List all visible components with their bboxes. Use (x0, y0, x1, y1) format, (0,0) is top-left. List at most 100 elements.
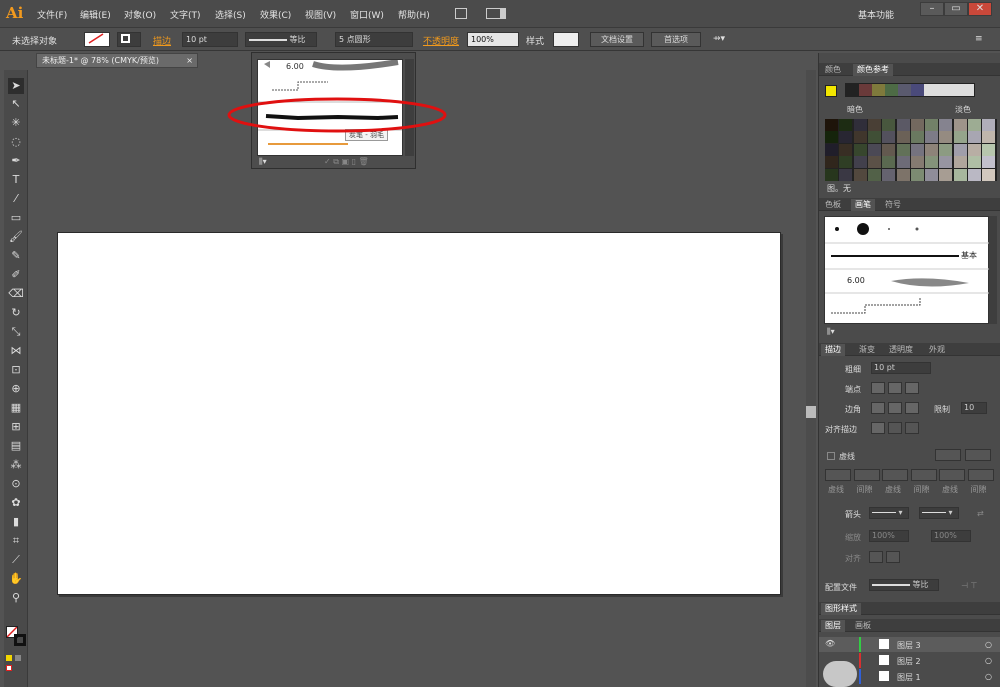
base-color-swatch[interactable] (825, 85, 837, 97)
color-variation-swatch[interactable] (968, 168, 981, 181)
color-variation-swatch[interactable] (982, 143, 996, 156)
color-variation-swatch[interactable] (939, 168, 953, 181)
menu-select[interactable]: 选择(S) (215, 8, 246, 21)
width-profile-select[interactable]: 等比 (869, 579, 939, 591)
rectangle-tool-icon[interactable]: ▭ (8, 210, 24, 226)
gradient-tool-icon[interactable]: ▤ (8, 438, 24, 454)
color-variation-swatch[interactable] (825, 168, 838, 181)
panel-menu-icon[interactable]: ≡ (975, 34, 983, 44)
tab-brushes[interactable]: 画笔 (851, 199, 875, 211)
menu-window[interactable]: 窗口(W) (350, 8, 384, 21)
harmony-swatch[interactable] (885, 84, 898, 96)
menu-file[interactable]: 文件(F) (37, 8, 67, 21)
miter-limit-input[interactable]: 10 (961, 402, 987, 414)
color-variation-swatch[interactable] (910, 143, 924, 156)
color-variation-swatch[interactable] (896, 156, 910, 169)
color-variation-swatch[interactable] (853, 119, 867, 131)
align-center-icon[interactable] (871, 422, 885, 434)
menu-type[interactable]: 文字(T) (170, 8, 201, 21)
color-variation-swatch[interactable] (910, 156, 924, 169)
color-variation-swatch[interactable] (882, 156, 896, 169)
harmony-swatch[interactable] (859, 84, 872, 96)
color-variation-swatch[interactable] (867, 143, 881, 156)
color-variation-swatch[interactable] (968, 143, 981, 156)
bridge-icon[interactable] (455, 8, 467, 19)
dash-gap-input[interactable] (853, 469, 880, 481)
tab-transparency[interactable]: 透明度 (885, 344, 917, 356)
color-variation-swatch[interactable] (825, 119, 838, 131)
style-swatch[interactable] (553, 32, 579, 47)
tab-layers[interactable]: 图层 (821, 620, 845, 632)
color-variation-swatch[interactable] (839, 119, 853, 131)
color-variation-swatch[interactable] (939, 131, 953, 144)
opacity-label-link[interactable]: 不透明度 (423, 34, 459, 47)
free-transform-tool-icon[interactable]: ⊡ (8, 362, 24, 378)
color-variation-swatch[interactable] (925, 168, 939, 181)
color-variation-swatch[interactable] (925, 143, 939, 156)
opacity-field[interactable]: 100% (467, 32, 519, 47)
harmony-swatch[interactable] (846, 84, 859, 96)
tab-swatches[interactable]: 色板 (821, 199, 845, 211)
harmony-swatch[interactable] (872, 84, 885, 96)
layer-target-icon[interactable]: ○ (985, 640, 992, 649)
stroke-weight-input[interactable]: 10 pt (871, 362, 931, 374)
width-tool-icon[interactable]: ⋈ (8, 343, 24, 359)
color-variation-swatch[interactable] (896, 119, 910, 131)
color-variation-swatch[interactable] (825, 143, 838, 156)
tab-stroke[interactable]: 描边 (821, 344, 845, 356)
color-variation-swatch[interactable] (867, 119, 881, 131)
menu-edit[interactable]: 编辑(E) (80, 8, 111, 21)
color-variation-swatch[interactable] (982, 156, 996, 169)
blob-brush-tool-icon[interactable]: ✐ (8, 267, 24, 283)
color-variation-swatch[interactable] (953, 119, 967, 131)
color-variation-swatch[interactable] (825, 131, 838, 144)
maximize-button[interactable]: ▭ (944, 2, 968, 16)
brush-definition[interactable]: 5 点圆形 (335, 32, 413, 47)
miter-join-icon[interactable] (871, 402, 885, 414)
swap-arrowheads-icon[interactable]: ⇄ (977, 509, 984, 518)
magic-wand-tool-icon[interactable]: ✳ (8, 115, 24, 131)
brushes-list[interactable]: 基本 6.00 (824, 216, 990, 324)
close-button[interactable]: ✕ (968, 2, 992, 16)
zoom-tool-icon[interactable]: ⚲ (8, 590, 24, 606)
color-variation-swatch[interactable] (825, 156, 838, 169)
layer-target-icon[interactable]: ○ (985, 656, 992, 665)
variable-width-profile[interactable]: 等比 (245, 32, 317, 47)
arrow-end-scale-input[interactable]: 100% (931, 530, 971, 542)
menu-help[interactable]: 帮助(H) (398, 8, 430, 21)
dash-align-corners-icon[interactable] (935, 449, 961, 461)
tab-appearance[interactable]: 外观 (925, 344, 949, 356)
stroke-color-swatch-icon[interactable] (14, 634, 26, 646)
color-variation-swatch[interactable] (882, 131, 896, 144)
color-variation-swatch[interactable] (968, 119, 981, 131)
color-variation-swatch[interactable] (968, 131, 981, 144)
color-mode-icons[interactable] (6, 654, 26, 671)
color-variation-swatch[interactable] (925, 131, 939, 144)
color-variation-swatch[interactable] (910, 168, 924, 181)
tab-color[interactable]: 颜色 (821, 64, 845, 76)
color-variation-swatch[interactable] (982, 119, 996, 131)
color-variation-swatch[interactable] (968, 156, 981, 169)
symbol-sprayer-tool-icon[interactable]: ✿ (8, 495, 24, 511)
dash-gap-input[interactable] (939, 469, 965, 481)
paintbrush-tool-icon[interactable]: 🖌 (8, 229, 24, 245)
blend-tool-icon[interactable]: ⊙ (8, 476, 24, 492)
eyedropper-tool-icon[interactable]: ⁂ (8, 457, 24, 473)
menu-effect[interactable]: 效果(C) (260, 8, 291, 21)
color-variations-grid[interactable] (825, 119, 997, 181)
brushes-scrollbar[interactable] (989, 216, 997, 324)
color-variation-swatch[interactable] (839, 143, 853, 156)
color-variation-swatch[interactable] (910, 119, 924, 131)
color-variation-swatch[interactable] (953, 131, 967, 144)
fill-swatch[interactable] (84, 32, 110, 47)
color-variation-swatch[interactable] (925, 119, 939, 131)
align-outside-icon[interactable] (905, 422, 919, 434)
round-cap-icon[interactable] (888, 382, 902, 394)
color-variation-swatch[interactable] (882, 143, 896, 156)
direct-selection-tool-icon[interactable]: ↖ (8, 96, 24, 112)
layer-target-icon[interactable]: ○ (985, 672, 992, 681)
perspective-grid-tool-icon[interactable]: ▦ (8, 400, 24, 416)
color-variation-swatch[interactable] (867, 156, 881, 169)
tab-color-guide[interactable]: 颜色参考 (853, 64, 893, 76)
menu-view[interactable]: 视图(V) (305, 8, 336, 21)
